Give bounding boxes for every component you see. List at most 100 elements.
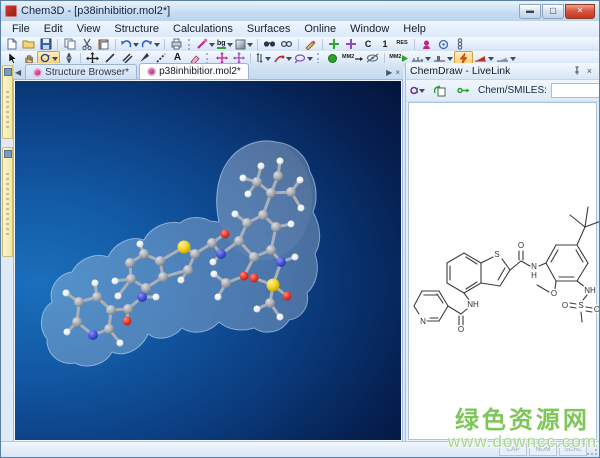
atom-label-2d: O (562, 301, 568, 310)
close-button[interactable]: ✕ (565, 4, 595, 19)
probe-dropdown[interactable] (209, 43, 215, 50)
redo-dropdown[interactable] (154, 43, 160, 50)
menu-item-help[interactable]: Help (396, 22, 433, 36)
structure-2d-canvas[interactable]: SONHNHSOOONHON (408, 102, 597, 440)
molecule-3d (14, 80, 402, 441)
atom-h (115, 293, 122, 300)
undo-dropdown[interactable] (133, 43, 139, 50)
title-bar: Chem3D - [p38inhibitior.mol2*] ▬ ▢ ✕ (1, 1, 599, 22)
atom-n (216, 249, 226, 259)
menu-item-window[interactable]: Window (343, 22, 396, 36)
atom-c (242, 218, 252, 228)
stereo-pair-button[interactable] (278, 38, 295, 51)
menu-item-structure[interactable]: Structure (107, 22, 166, 36)
atom-h (117, 340, 124, 347)
new-document-button[interactable] (3, 38, 20, 51)
fragment-add-v-button[interactable] (343, 38, 360, 51)
atom-c (265, 298, 275, 308)
cut-button[interactable] (78, 38, 95, 51)
bond-2d (510, 261, 521, 270)
bond-2d (464, 293, 469, 300)
collapsed-panel-tab-1[interactable] (2, 65, 13, 139)
atom-o (283, 292, 292, 301)
atom-c (141, 283, 151, 293)
annotation-button[interactable] (435, 38, 452, 51)
bond-2d (537, 285, 549, 292)
bond-2d (521, 261, 530, 266)
resize-grip[interactable] (587, 445, 598, 456)
background-color-button[interactable]: bg (216, 38, 234, 51)
bond-2d (439, 306, 448, 321)
atom-c-button[interactable]: C (360, 38, 377, 51)
atom-s (267, 279, 280, 292)
copy-button[interactable] (61, 38, 78, 51)
bond-2d (500, 270, 510, 286)
bond-2d (447, 283, 464, 293)
atom-c (92, 292, 102, 302)
redo-button[interactable] (140, 38, 161, 51)
atom-h (211, 271, 218, 278)
save-button[interactable] (37, 38, 54, 51)
gradient-dropdown[interactable] (247, 43, 253, 50)
tab-p38inhibitior[interactable]: p38inhibitior.mol2* (139, 63, 249, 79)
menu-item-view[interactable]: View (70, 22, 108, 36)
atom-c (249, 252, 259, 262)
background-color-dropdown[interactable] (227, 43, 233, 50)
minimize-button[interactable]: ▬ (519, 4, 541, 19)
atom-h (178, 277, 185, 284)
tab-close-button[interactable]: × (395, 68, 403, 79)
pencil-tool-button[interactable] (302, 38, 319, 51)
menu-item-file[interactable]: File (5, 22, 37, 36)
smiles-label: Chem/SMILES: (478, 85, 547, 96)
panel-close-icon[interactable]: × (584, 66, 595, 76)
atom-h (288, 221, 295, 228)
menu-item-edit[interactable]: Edit (37, 22, 70, 36)
menu-item-surfaces[interactable]: Surfaces (240, 22, 297, 36)
fragment-add-h-button[interactable] (326, 38, 343, 51)
atom-c (158, 272, 168, 282)
bond-2d (481, 257, 493, 263)
chain-links-button[interactable] (452, 38, 469, 51)
maximize-button[interactable]: ▢ (542, 4, 564, 19)
gradient-fill-button[interactable] (234, 38, 254, 51)
atom-n (88, 330, 98, 340)
paste-button[interactable] (95, 38, 112, 51)
charge-1-button[interactable]: 1 (377, 38, 394, 51)
model-display-button[interactable] (418, 38, 435, 51)
residue-button[interactable]: RES (394, 38, 411, 51)
bond-2d (586, 311, 592, 312)
stereo-glasses-button[interactable] (261, 38, 278, 51)
tab-structure-browser[interactable]: Structure Browser* (25, 64, 137, 79)
tab-scroll-left[interactable]: ◀ (13, 68, 25, 79)
tab-scroll-right[interactable]: ▶ (386, 68, 395, 79)
probe-tool-button[interactable] (195, 38, 216, 51)
chem3d-window: Chem3D - [p38inhibitior.mol2*] ▬ ▢ ✕ Fil… (0, 0, 600, 458)
bond-2d (466, 257, 477, 264)
print-button[interactable] (168, 38, 185, 51)
menu-item-online[interactable]: Online (297, 22, 343, 36)
open-folder-button[interactable] (20, 38, 37, 51)
model-3d-viewport[interactable] (13, 79, 403, 442)
status-num-lock: NUM (529, 443, 557, 456)
livelink-dropdown[interactable] (419, 89, 425, 96)
copy-structure-button[interactable] (432, 84, 449, 97)
pin-icon[interactable] (570, 66, 584, 77)
status-bar: CAP NUM SCRL (1, 441, 599, 457)
livelink-glasses-button[interactable] (409, 84, 426, 97)
bond-2d (555, 281, 556, 289)
atom-c (234, 236, 244, 246)
atom-c (155, 256, 165, 266)
atom-label-2d: NH (467, 300, 479, 309)
bond-2d (577, 263, 588, 281)
send-smiles-button[interactable] (455, 84, 472, 97)
atom-h (63, 290, 70, 297)
bond-2d (570, 307, 576, 308)
smiles-input[interactable] (551, 83, 600, 98)
atom-c (74, 297, 84, 307)
panel-header: ChemDraw - LiveLink × (406, 63, 599, 80)
menu-item-calculations[interactable]: Calculations (166, 22, 240, 36)
undo-button[interactable] (119, 38, 140, 51)
atom-h (215, 294, 222, 301)
collapsed-panel-tab-2[interactable] (2, 147, 13, 257)
panel-icon (4, 150, 12, 158)
